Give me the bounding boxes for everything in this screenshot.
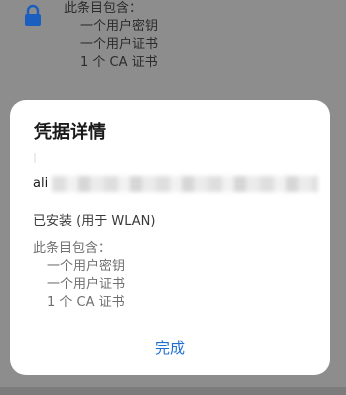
credential-details-dialog: 凭据详情 ali 已安装 (用于 WLAN) 此条目包含： 一个用户密钥 一个用… xyxy=(10,100,330,375)
cert-name: ali xyxy=(33,176,49,191)
contains-label: 此条目包含： xyxy=(64,1,143,16)
contains-item: 一个用户证书 xyxy=(80,37,159,52)
contains-item: 1 个 CA 证书 xyxy=(47,295,125,310)
credential-list-item[interactable]: 此条目包含： 一个用户密钥 一个用户证书 1 个 CA 证书 xyxy=(0,0,346,100)
contains-item: 一个用户密钥 xyxy=(80,19,159,34)
dialog-title: 凭据详情 xyxy=(34,122,106,143)
contains-item: 1 个 CA 证书 xyxy=(80,55,158,70)
contains-item: 一个用户证书 xyxy=(47,277,126,292)
contains-label: 此条目包含： xyxy=(33,241,112,256)
contains-section: 此条目包含： 一个用户密钥 一个用户证书 1 个 CA 证书 xyxy=(33,240,125,312)
contains-item: 一个用户密钥 xyxy=(47,259,126,274)
credential-item-details: 此条目包含： 一个用户密钥 一个用户证书 1 个 CA 证书 xyxy=(64,0,158,72)
scroll-indicator xyxy=(34,153,36,163)
bottom-divider xyxy=(0,387,346,395)
cert-name-row: ali xyxy=(33,175,323,193)
redacted-text xyxy=(52,176,318,192)
done-button[interactable]: 完成 xyxy=(140,336,200,360)
lock-icon xyxy=(22,4,44,28)
install-info: 已安装 (用于 WLAN) xyxy=(33,214,156,229)
